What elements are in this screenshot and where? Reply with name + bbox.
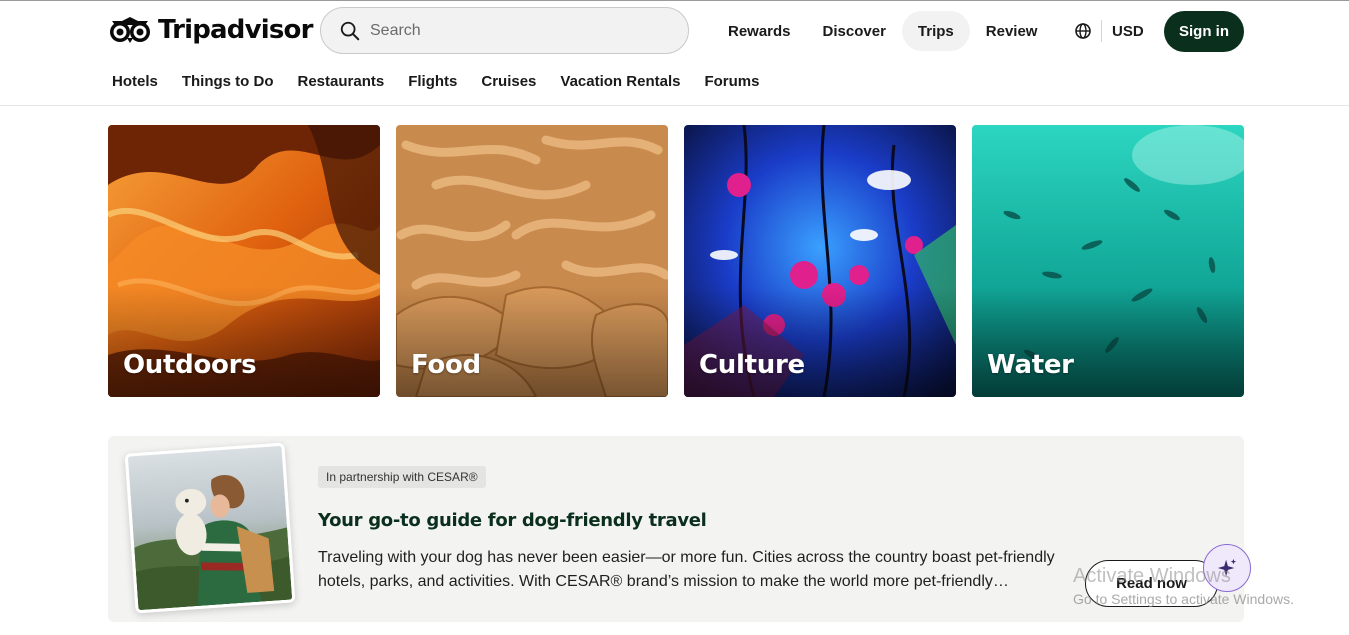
tile-label: Outdoors — [123, 350, 257, 380]
nav-rewards[interactable]: Rewards — [712, 11, 807, 51]
promo-body: Traveling with your dog has never been e… — [318, 549, 1055, 590]
tile-label: Food — [411, 350, 481, 380]
category-cruises[interactable]: Cruises — [469, 65, 548, 99]
category-vacation-rentals[interactable]: Vacation Rentals — [548, 65, 692, 99]
activate-windows-heading: Activate Windows — [1073, 565, 1231, 587]
locale-divider — [1101, 20, 1102, 42]
promo-photo — [124, 442, 296, 614]
tile-food[interactable]: Food — [396, 125, 668, 397]
nav-discover[interactable]: Discover — [807, 11, 902, 51]
category-things-to-do[interactable]: Things to Do — [170, 65, 286, 99]
tile-label: Culture — [699, 350, 805, 380]
sign-in-button[interactable]: Sign in — [1164, 11, 1244, 52]
search-bar[interactable] — [320, 7, 689, 54]
nav-review[interactable]: Review — [970, 11, 1054, 51]
activate-windows-hint: Go to Settings to activate Windows. — [1073, 591, 1294, 607]
nav-trips[interactable]: Trips — [901, 11, 970, 51]
category-flights[interactable]: Flights — [396, 65, 469, 99]
globe-icon — [1075, 23, 1091, 39]
window-top-border — [0, 0, 1349, 1]
tile-label: Water — [987, 350, 1074, 380]
tile-shade — [972, 287, 1244, 397]
interest-tiles: Outdoors Food Culture Water — [108, 125, 1244, 397]
promo-title[interactable]: Your go-to guide for dog-friendly travel — [318, 510, 707, 531]
top-nav: Rewards Discover Trips Review — [712, 11, 1053, 51]
tile-shade — [108, 287, 380, 397]
search-icon — [340, 21, 360, 40]
header-divider — [0, 105, 1349, 106]
search-input[interactable] — [370, 21, 670, 40]
tile-outdoors[interactable]: Outdoors — [108, 125, 380, 397]
partner-badge: In partnership with CESAR® — [318, 466, 486, 488]
category-hotels[interactable]: Hotels — [100, 65, 170, 99]
owl-logo-icon — [110, 17, 150, 43]
tripadvisor-logo[interactable]: Tripadvisor — [108, 15, 313, 45]
brand-name: Tripadvisor — [158, 15, 313, 45]
category-forums[interactable]: Forums — [692, 65, 771, 99]
currency-label: USD — [1112, 22, 1144, 40]
tile-water[interactable]: Water — [972, 125, 1244, 397]
category-nav: Hotels Things to Do Restaurants Flights … — [100, 65, 771, 99]
tile-culture[interactable]: Culture — [684, 125, 956, 397]
tile-shade — [684, 287, 956, 397]
woman-with-dog-image — [127, 445, 293, 611]
category-restaurants[interactable]: Restaurants — [286, 65, 397, 99]
locale-selector[interactable]: USD — [1073, 11, 1144, 51]
tile-shade — [396, 287, 668, 397]
